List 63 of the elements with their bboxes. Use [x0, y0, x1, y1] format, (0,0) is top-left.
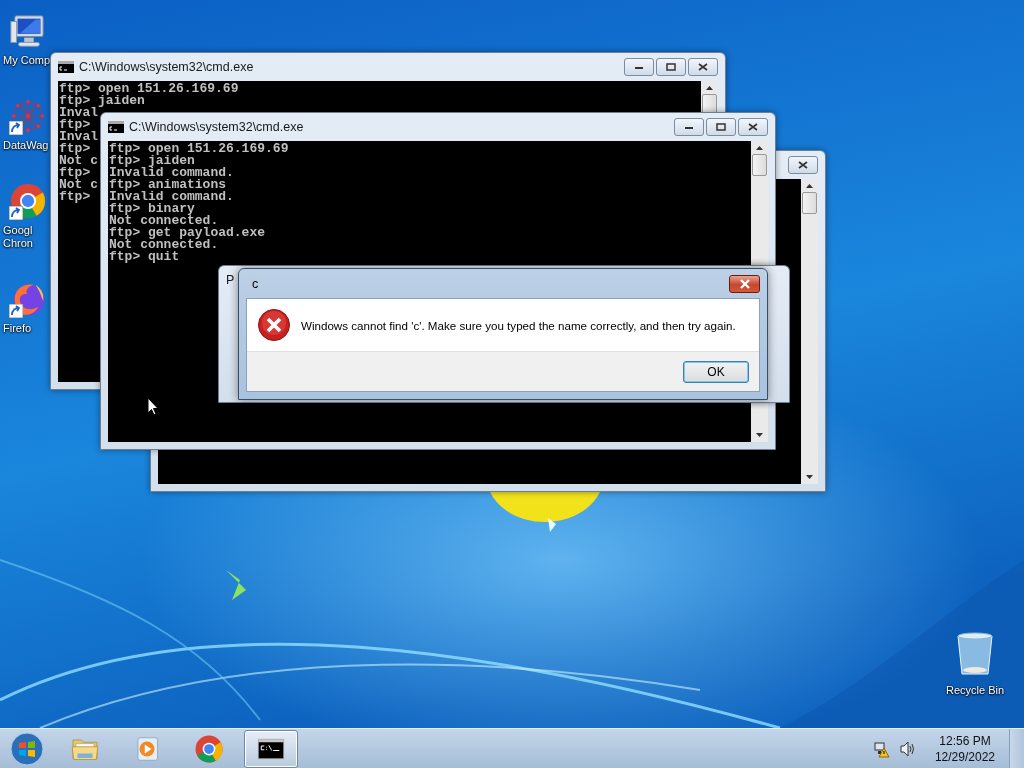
console-line: ftp> jaiden	[109, 155, 195, 167]
maximize-icon	[666, 63, 676, 71]
window-title: c	[252, 276, 259, 291]
network-warning-icon[interactable]	[872, 739, 891, 758]
console-line: Inval	[59, 107, 98, 119]
console-line: ftp> binary	[109, 203, 195, 215]
close-icon	[698, 63, 708, 71]
console-icon	[58, 61, 74, 73]
minimize-button[interactable]	[624, 58, 654, 76]
console-line: ftp> open 151.26.169.69	[59, 83, 239, 95]
desktop-icon[interactable]: Googl Chron	[0, 178, 48, 250]
close-button[interactable]	[688, 58, 718, 76]
console-line: ftp> quit	[109, 251, 180, 263]
console-icon	[108, 121, 124, 133]
close-icon	[748, 123, 758, 131]
close-button[interactable]	[729, 274, 760, 293]
taskbar-button[interactable]	[244, 729, 298, 768]
console-line: ftp> animations	[109, 179, 227, 191]
console-line: ftp> open 151.26.169.69	[109, 143, 289, 155]
console-line: Not c	[59, 155, 98, 167]
ok-button[interactable]: OK	[683, 361, 749, 383]
console-line: Invalid command.	[109, 167, 234, 179]
clock-time: 12:56 PM	[939, 732, 991, 749]
maximize-icon	[716, 123, 726, 131]
desktop-icon[interactable]: Firefo	[0, 276, 48, 335]
trash-bin-icon	[955, 630, 995, 678]
close-icon	[798, 161, 808, 169]
maximize-button[interactable]	[706, 118, 736, 136]
console-line: Inval	[59, 131, 98, 143]
windows-logo-icon	[10, 731, 44, 766]
close-icon	[738, 278, 751, 289]
console-line: ftp> jaiden	[59, 95, 145, 107]
scroll-bar[interactable]	[801, 179, 818, 484]
console-line: ftp> get payload.exe	[109, 227, 266, 239]
console-line: ftp>	[59, 191, 91, 203]
console-line: Not connected.	[109, 239, 219, 251]
console-line: ftp>	[59, 167, 91, 179]
desktop-icon[interactable]: Recycle Bin	[940, 630, 1010, 697]
close-button[interactable]	[788, 156, 818, 174]
console-line: Invalid command.	[109, 191, 234, 203]
console-line: ftp>	[59, 143, 91, 155]
network-icon	[9, 97, 47, 135]
desktop-icon[interactable]: DataWag	[0, 93, 48, 152]
close-button[interactable]	[738, 118, 768, 136]
minimize-button[interactable]	[674, 118, 704, 136]
computer-icon	[9, 12, 47, 50]
clock[interactable]: 12:56 PM 12/29/2022	[934, 732, 995, 765]
console-line: Not connected.	[109, 215, 219, 227]
window-title: C:\Windows\system32\cmd.exe	[79, 60, 254, 74]
window-title: C:\Windows\system32\cmd.exe	[129, 120, 304, 134]
error-icon	[257, 308, 291, 342]
console-line: Not c	[59, 179, 98, 191]
clock-date: 12/29/2022	[934, 748, 995, 765]
window-title: P	[226, 273, 235, 287]
speaker-icon[interactable]	[898, 739, 917, 758]
browser-icon	[194, 733, 224, 764]
cursor-icon	[147, 397, 159, 416]
error-message: Windows cannot find 'c'. Make sure you typed the name correctly, and then try again.	[301, 318, 736, 332]
console-line: ftp>	[59, 119, 91, 131]
minimize-icon	[684, 124, 694, 130]
minimize-icon	[634, 64, 644, 70]
maximize-button[interactable]	[656, 58, 686, 76]
desktop-icon[interactable]: My Comp	[0, 8, 48, 67]
